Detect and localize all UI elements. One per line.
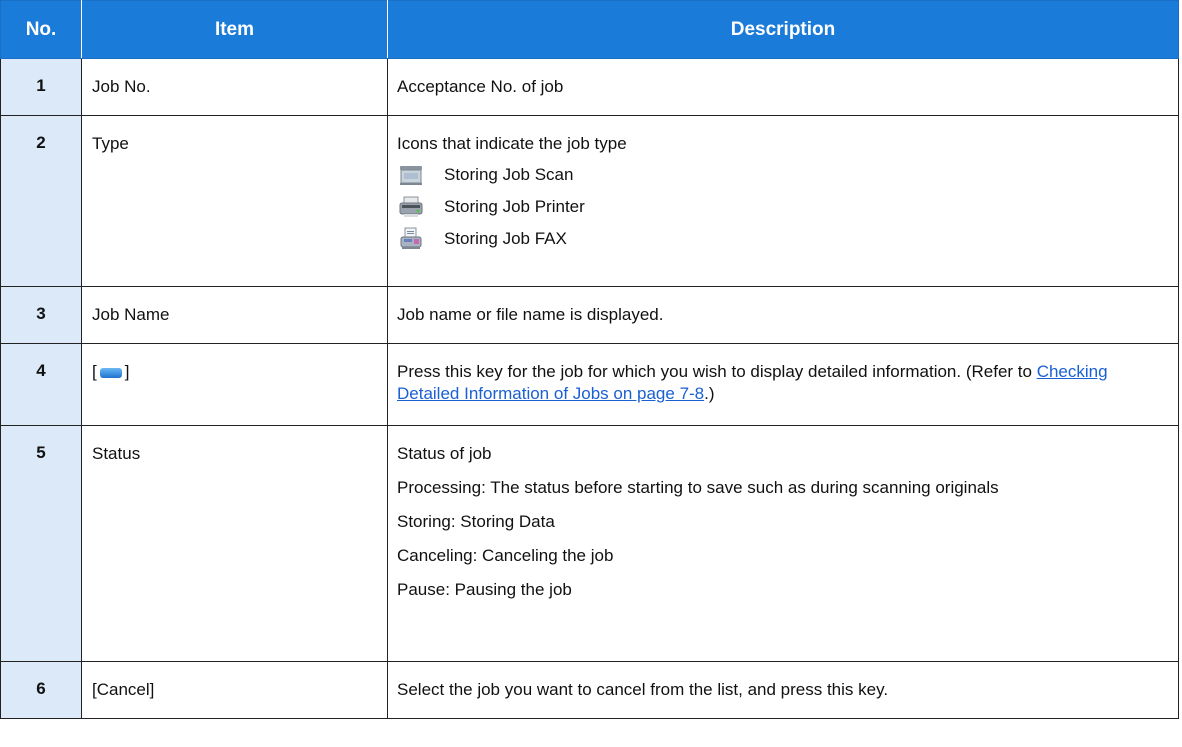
printer-icon [398, 194, 424, 220]
row-item: Status [81, 425, 388, 662]
desc-text: Press this key for the job for which you… [397, 362, 1037, 381]
scanner-icon [398, 162, 424, 188]
bracket-open: [ [92, 362, 97, 381]
row-description: Press this key for the job for which you… [387, 343, 1179, 426]
row-description: Icons that indicate the job type Storing… [387, 115, 1179, 287]
table-row: 4 [] Press this key for the job for whic… [0, 343, 1179, 426]
header-description: Description [387, 0, 1179, 59]
row-item: [] [81, 343, 388, 426]
row-number: 1 [0, 58, 82, 116]
row-number: 2 [0, 115, 82, 287]
table-row: 1 Job No. Acceptance No. of job [0, 58, 1179, 116]
desc-text-end: .) [704, 384, 715, 403]
status-line: Storing: Storing Data [397, 512, 555, 531]
row-item: Job Name [81, 286, 388, 344]
detail-key-icon [99, 367, 122, 378]
row-item: [Cancel] [81, 661, 388, 719]
row-description: Acceptance No. of job [387, 58, 1179, 116]
table-row: 2 Type Icons that indicate the job type … [0, 115, 1179, 287]
type-label: Storing Job Printer [444, 197, 585, 216]
row-number: 3 [0, 286, 82, 344]
row-description: Status of job Processing: The status bef… [387, 425, 1179, 662]
row-item: Job No. [81, 58, 388, 116]
row-number: 5 [0, 425, 82, 662]
type-entry-fax: Storing Job FAX [397, 223, 1164, 255]
row-description: Job name or file name is displayed. [387, 286, 1179, 344]
row-description: Select the job you want to cancel from t… [387, 661, 1179, 719]
status-line: Canceling: Canceling the job [397, 546, 614, 565]
header-item: Item [81, 0, 388, 59]
row-number: 6 [0, 661, 82, 719]
fax-icon [398, 226, 424, 252]
row-number: 4 [0, 343, 82, 426]
type-entry-printer: Storing Job Printer [397, 191, 1164, 223]
row-item: Type [81, 115, 388, 287]
status-line: Status of job [397, 444, 492, 463]
status-line: Pause: Pausing the job [397, 580, 572, 599]
job-description-table: No. Item Description 1 Job No. Acceptanc… [0, 0, 1179, 719]
type-intro: Icons that indicate the job type [397, 134, 627, 153]
bracket-close: ] [124, 362, 130, 381]
table-row: 5 Status Status of job Processing: The s… [0, 425, 1179, 662]
type-label: Storing Job FAX [444, 229, 567, 248]
header-row: No. Item Description [0, 0, 1179, 59]
type-label: Storing Job Scan [444, 165, 574, 184]
header-no: No. [0, 0, 82, 59]
status-line: Processing: The status before starting t… [397, 478, 999, 497]
table-row: 6 [Cancel] Select the job you want to ca… [0, 661, 1179, 719]
type-entry-scan: Storing Job Scan [397, 159, 1164, 191]
table-row: 3 Job Name Job name or file name is disp… [0, 286, 1179, 344]
